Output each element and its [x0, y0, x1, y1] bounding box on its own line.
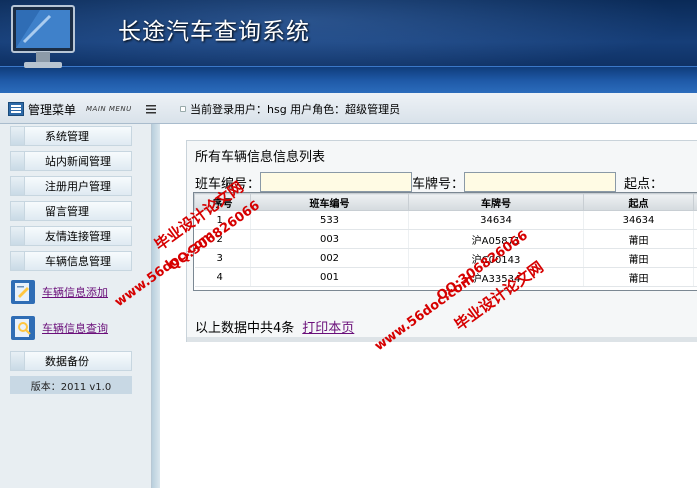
- table-row: 3 002 沪C00143 莆田: [194, 248, 697, 268]
- cell-start: 莆田: [583, 267, 694, 287]
- panel-bottom-bar: [187, 337, 697, 342]
- table-row: 2 003 沪A05871 莆田: [194, 229, 697, 249]
- sidebar-item-system[interactable]: 系统管理: [10, 126, 132, 146]
- sidebar-link-add-vehicle[interactable]: 车辆信息添加: [10, 279, 108, 305]
- cell-plate: 沪A05871: [408, 229, 584, 249]
- cell-bus-no: 002: [250, 248, 409, 268]
- search-label-start: 起点：: [624, 176, 664, 192]
- user-info-text: 当前登录用户：hsg 用户角色：超级管理员: [190, 103, 401, 116]
- cell-bus-no: 533: [250, 210, 409, 230]
- list-panel: 所有车辆信息信息列表 班车编号： 车牌号： 起点： 序号 班车编号 车牌号 起点: [186, 140, 697, 342]
- table-row: 4 001 沪A33534 莆田: [194, 267, 697, 287]
- cell-start: 莆田: [583, 248, 694, 268]
- cell-start: 34634: [583, 210, 694, 230]
- document-edit-icon: [11, 280, 35, 304]
- sidebar-item-links[interactable]: 友情连接管理: [10, 226, 132, 246]
- menu-header: 管理菜单 MAIN MENU: [8, 100, 156, 118]
- menu-label: 管理菜单: [28, 102, 77, 117]
- col-header-start: 起点: [583, 193, 694, 211]
- table-header-row: 序号 班车编号 车牌号 起点: [194, 193, 697, 211]
- cell-index: 4: [194, 267, 251, 287]
- menu-list-icon: [8, 102, 24, 116]
- sidebar-item-news[interactable]: 站内新闻管理: [10, 151, 132, 171]
- cell-start: 莆田: [583, 229, 694, 249]
- cell-plate: 沪A33534: [408, 267, 584, 287]
- app-title: 长途汽车查询系统: [118, 19, 310, 45]
- panel-title: 所有车辆信息信息列表: [195, 150, 326, 165]
- vehicle-table: 序号 班车编号 车牌号 起点 1 533 34634 34634 2 003 沪…: [193, 192, 697, 291]
- menu-toggle-icon[interactable]: [145, 104, 156, 114]
- cell-index: 2: [194, 229, 251, 249]
- sidebar-item-vehicles[interactable]: 车辆信息管理: [10, 251, 132, 271]
- col-header-bus-no: 班车编号: [250, 193, 409, 211]
- header-banner: 长途汽车查询系统: [0, 0, 697, 93]
- bullet-icon: [180, 106, 186, 112]
- sidebar-item-backup[interactable]: 数据备份: [10, 351, 132, 371]
- sidebar-item-messages[interactable]: 留言管理: [10, 201, 132, 221]
- search-row: 班车编号： 车牌号： 起点：: [195, 171, 663, 193]
- sidebar-link-query-vehicle[interactable]: 车辆信息查询: [10, 315, 108, 341]
- cell-bus-no: 001: [250, 267, 409, 287]
- version-label: 版本：2011 v1.0: [10, 376, 132, 394]
- sidebar-divider: [152, 124, 160, 488]
- cell-index: 1: [194, 210, 251, 230]
- query-vehicle-link[interactable]: 车辆信息查询: [42, 320, 108, 336]
- col-header-extra: [693, 193, 697, 211]
- header-band: [0, 66, 697, 93]
- top-info-bar: 管理菜单 MAIN MENU 当前登录用户：hsg 用户角色：超级管理员: [0, 93, 697, 124]
- print-page-link[interactable]: 打印本页: [302, 317, 354, 336]
- add-vehicle-link[interactable]: 车辆信息添加: [42, 284, 108, 300]
- cell-plate: 34634: [408, 210, 584, 230]
- cell-bus-no: 003: [250, 229, 409, 249]
- document-search-icon: [11, 316, 35, 340]
- main-content: 所有车辆信息信息列表 班车编号： 车牌号： 起点： 序号 班车编号 车牌号 起点: [160, 124, 697, 488]
- record-count: 以上数据中共4条: [195, 321, 295, 336]
- list-footer: 以上数据中共4条 打印本页: [195, 317, 354, 336]
- sidebar: 系统管理 站内新闻管理 注册用户管理 留言管理 友情连接管理 车辆信息管理 车辆…: [0, 124, 160, 488]
- col-header-plate: 车牌号: [408, 193, 584, 211]
- bus-no-input[interactable]: [260, 172, 413, 192]
- col-header-index: 序号: [194, 193, 251, 211]
- user-info: 当前登录用户：hsg 用户角色：超级管理员: [180, 101, 400, 117]
- header-band-line: [0, 66, 697, 67]
- vehicle-table-grid: 序号 班车编号 车牌号 起点 1 533 34634 34634 2 003 沪…: [194, 193, 697, 287]
- table-row: 1 533 34634 34634: [194, 210, 697, 230]
- cell-index: 3: [194, 248, 251, 268]
- menu-sub-label: MAIN MENU: [86, 105, 132, 113]
- search-label-plate: 车牌号：: [412, 176, 465, 192]
- search-label-bus-no: 班车编号：: [195, 176, 261, 192]
- plate-input[interactable]: [464, 172, 617, 192]
- sidebar-item-users[interactable]: 注册用户管理: [10, 176, 132, 196]
- cell-plate: 沪C00143: [408, 248, 584, 268]
- monitor-icon: [11, 5, 75, 68]
